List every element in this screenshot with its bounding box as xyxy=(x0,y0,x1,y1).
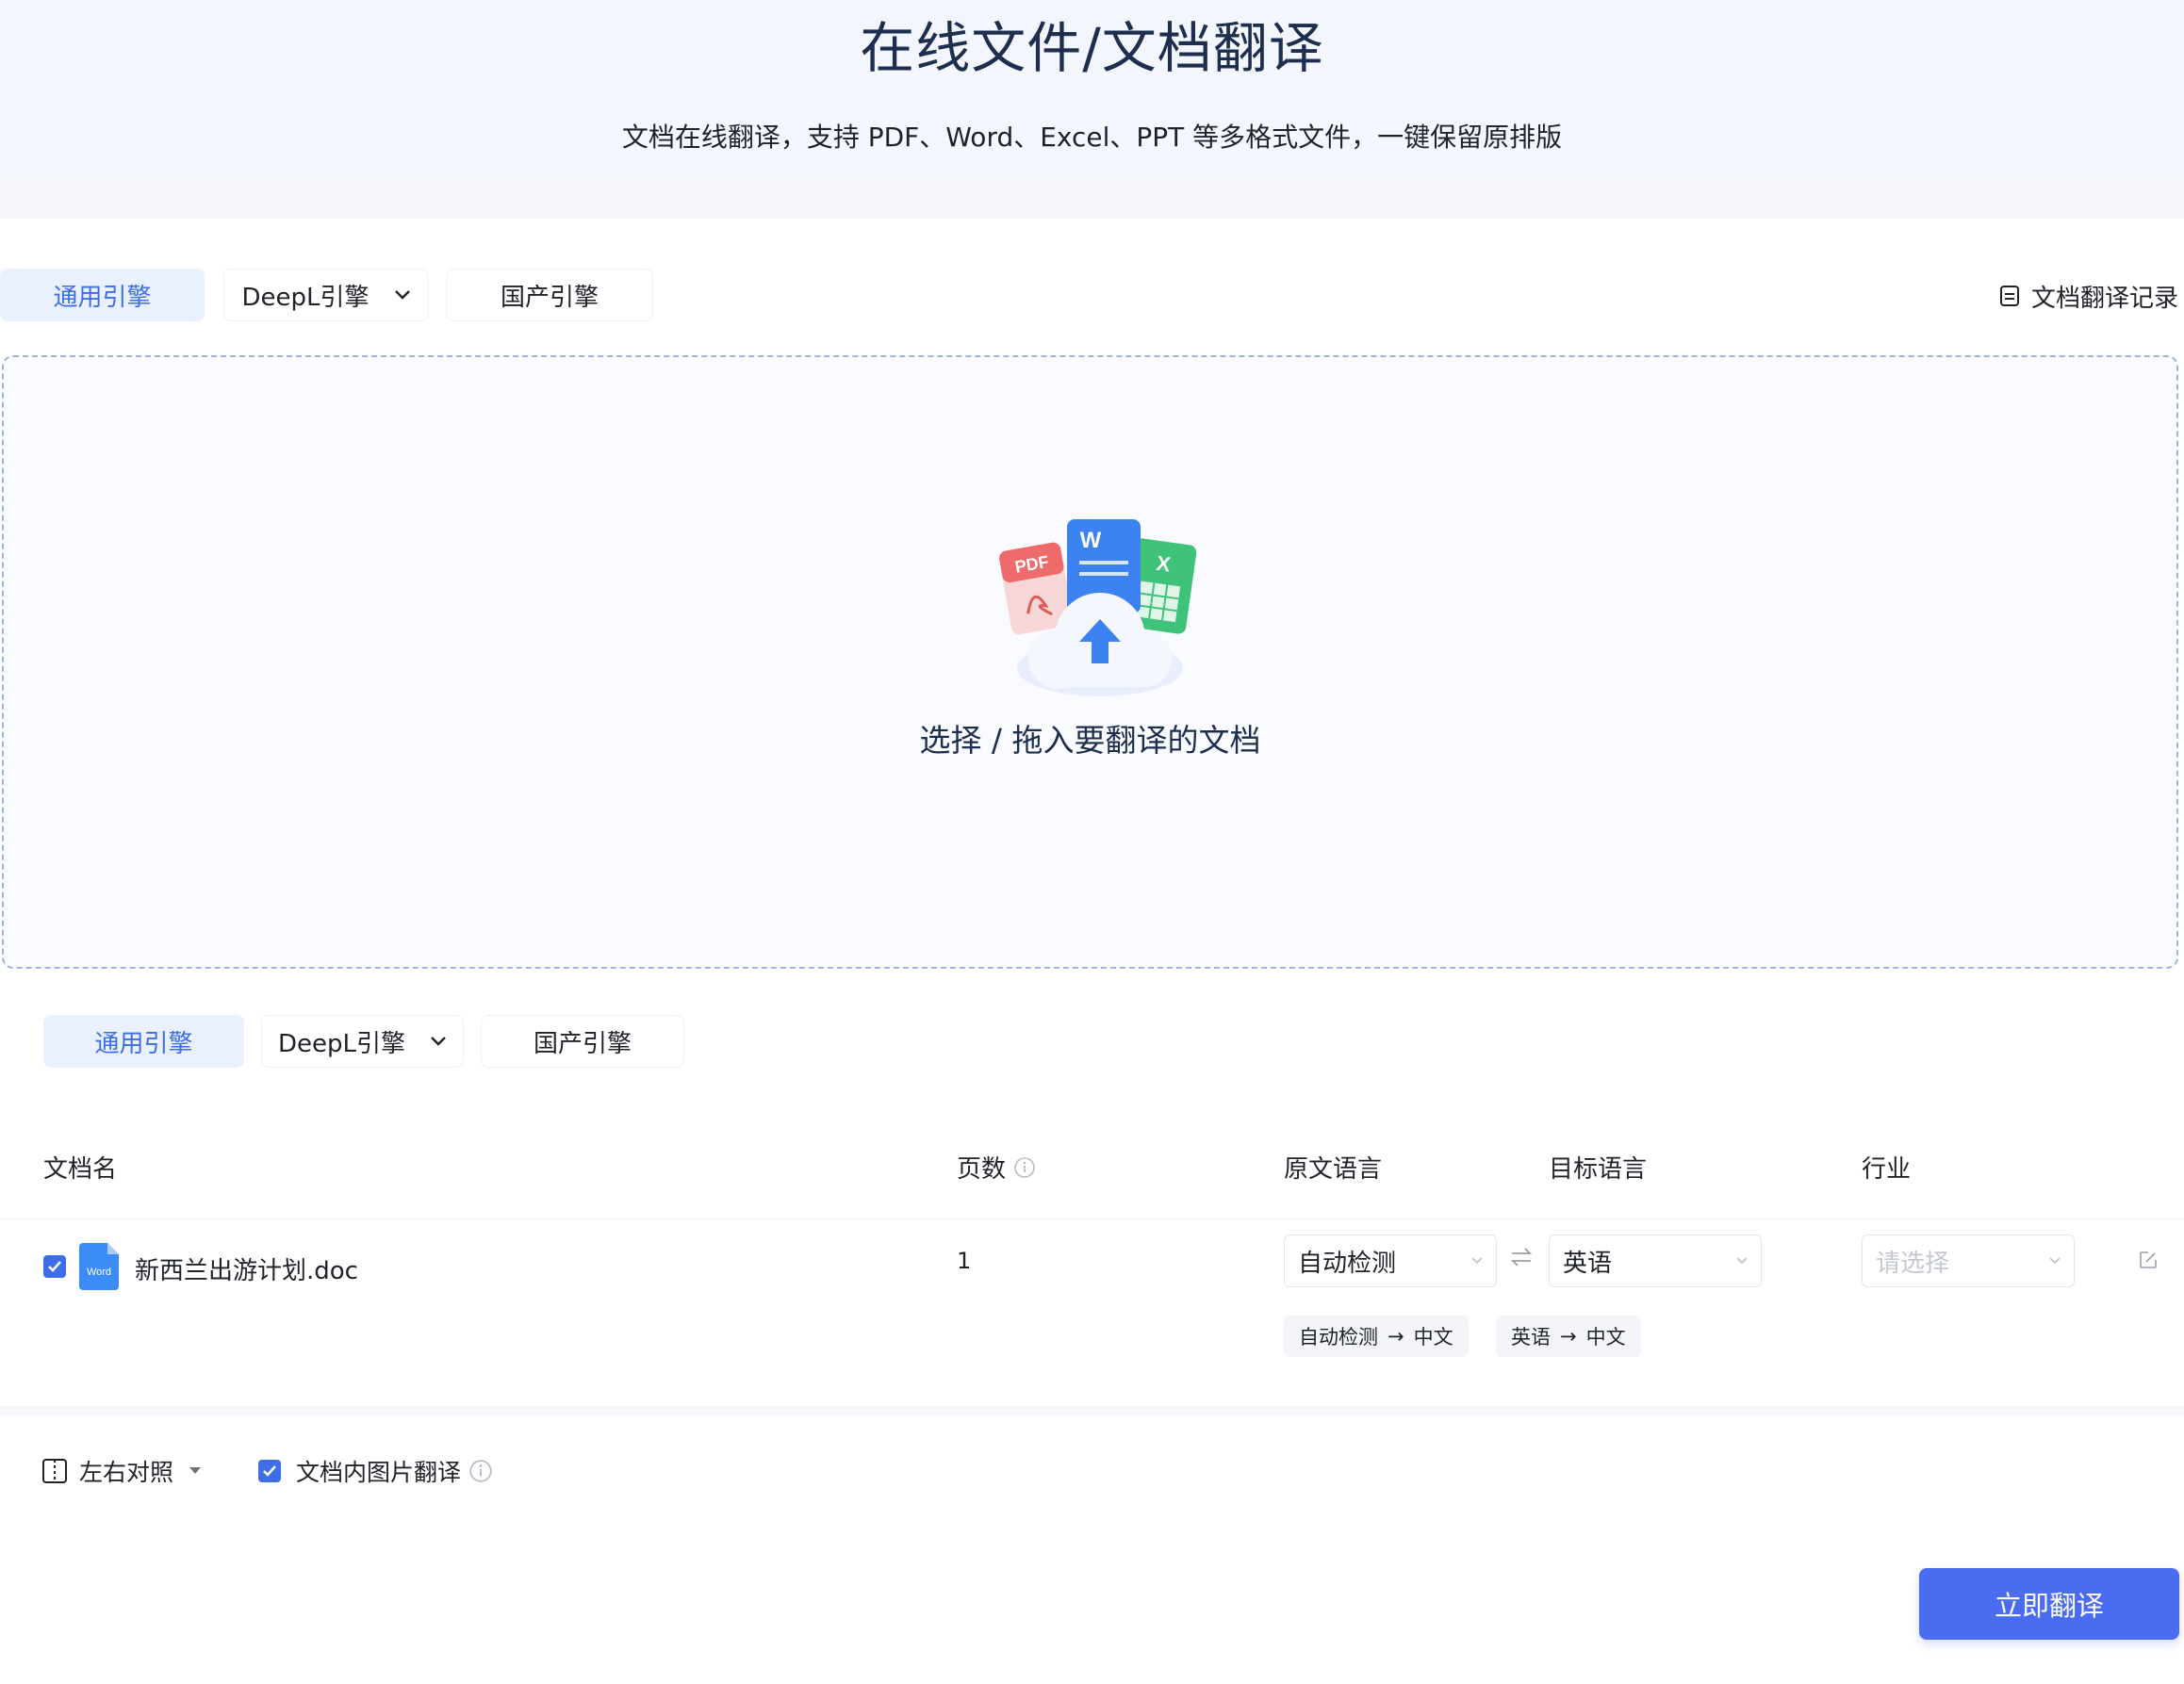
image-translate-checkbox[interactable] xyxy=(258,1460,281,1482)
arrow-right-icon: → xyxy=(1560,1325,1577,1348)
image-translate-option: 文档内图片翻译 xyxy=(258,1452,493,1490)
section-divider xyxy=(0,1406,2184,1415)
column-header-source-language: 原文语言 xyxy=(1284,1150,1382,1185)
word-icon-text: W xyxy=(1080,528,1102,553)
pair-to: 中文 xyxy=(1585,1326,1626,1349)
pair-from: 英语 xyxy=(1511,1326,1551,1349)
column-header-industry: 行业 xyxy=(1862,1150,1911,1185)
image-translate-label: 文档内图片翻译 xyxy=(296,1459,462,1486)
header-label: 目标语言 xyxy=(1549,1155,1648,1184)
history-label: 文档翻译记录 xyxy=(2030,284,2178,313)
file-icon-text: Word xyxy=(87,1267,111,1278)
tab-deepl-engine[interactable]: DeepL引擎 xyxy=(261,1015,464,1068)
row-checkbox[interactable] xyxy=(43,1255,66,1278)
layout-mode-label: 左右对照 xyxy=(79,1459,174,1486)
quick-language-pair[interactable]: 自动检测 → 中文 xyxy=(1284,1316,1469,1357)
header-label: 行业 xyxy=(1862,1155,1912,1184)
tab-label: 通用引擎 xyxy=(94,1029,193,1058)
tab-label: DeepL引擎 xyxy=(277,1029,405,1058)
caret-down-icon xyxy=(189,1467,202,1474)
pair-to: 中文 xyxy=(1413,1326,1453,1349)
arrow-right-icon: → xyxy=(1388,1325,1404,1348)
tab-general-engine[interactable]: 通用引擎 xyxy=(0,269,205,321)
source-language-select[interactable]: 自动检测 xyxy=(1284,1234,1497,1287)
layout-mode-dropdown[interactable]: 左右对照 xyxy=(41,1452,213,1490)
document-list-icon xyxy=(1999,286,2019,306)
tab-label: 通用引擎 xyxy=(53,283,152,312)
column-header-name: 文档名 xyxy=(43,1150,117,1185)
chevron-down-icon xyxy=(1471,1257,1483,1265)
header-label: 原文语言 xyxy=(1284,1155,1383,1184)
info-icon[interactable] xyxy=(468,1459,493,1483)
chevron-down-icon xyxy=(430,1036,447,1047)
pair-from: 自动检测 xyxy=(1299,1326,1378,1349)
select-value: 英语 xyxy=(1563,1249,1613,1278)
page-subtitle: 文档在线翻译，支持 PDF、Word、Excel、PPT 等多格式文件，一键保留… xyxy=(621,122,1563,153)
word-doc-icon: Word xyxy=(79,1243,119,1290)
quick-language-pair[interactable]: 英语 → 中文 xyxy=(1496,1316,1641,1357)
table-divider xyxy=(0,1218,2184,1219)
column-header-target-language: 目标语言 xyxy=(1549,1150,1647,1185)
header-label: 页数 xyxy=(957,1155,1007,1184)
target-language-select[interactable]: 英语 xyxy=(1549,1234,1762,1287)
page-count: 1 xyxy=(957,1248,972,1274)
info-icon[interactable] xyxy=(1013,1156,1036,1179)
page-title: 在线文件/文档翻译 xyxy=(860,16,1324,80)
tab-deepl-engine[interactable]: DeepL引擎 xyxy=(223,269,429,321)
split-view-icon xyxy=(42,1459,67,1483)
file-name: 新西兰出游计划.doc xyxy=(135,1257,358,1285)
industry-select[interactable]: 请选择 xyxy=(1862,1234,2075,1287)
tab-label: 国产引擎 xyxy=(533,1029,632,1058)
select-placeholder: 请选择 xyxy=(1876,1249,1950,1278)
select-value: 自动检测 xyxy=(1298,1249,1397,1278)
upload-illustration: PDF X W xyxy=(999,519,1197,696)
dropzone-label: 选择 / 拖入要翻译的文档 xyxy=(919,722,1261,759)
chevron-down-icon xyxy=(1736,1257,1748,1265)
edit-icon[interactable] xyxy=(2138,1250,2159,1270)
translate-now-button[interactable]: 立即翻译 xyxy=(1919,1568,2179,1640)
tab-general-engine[interactable]: 通用引擎 xyxy=(43,1015,244,1068)
chevron-down-icon xyxy=(394,289,411,301)
hero-banner: 在线文件/文档翻译 文档在线翻译，支持 PDF、Word、Excel、PPT 等… xyxy=(0,0,2184,219)
button-label: 立即翻译 xyxy=(1994,1590,2104,1622)
header-label: 文档名 xyxy=(43,1155,118,1184)
upload-dropzone[interactable]: PDF X W 选择 / 拖入要翻译的文档 xyxy=(2,355,2178,969)
tab-label: DeepL引擎 xyxy=(241,283,369,312)
chevron-down-icon xyxy=(2049,1257,2061,1265)
tab-label: 国产引擎 xyxy=(500,283,599,312)
tab-domestic-engine[interactable]: 国产引擎 xyxy=(446,269,653,321)
column-header-pages: 页数 xyxy=(957,1150,1036,1185)
swap-languages-icon[interactable] xyxy=(1509,1246,1534,1268)
tab-domestic-engine[interactable]: 国产引擎 xyxy=(481,1015,684,1068)
translation-history-link[interactable]: 文档翻译记录 xyxy=(1999,277,2178,315)
